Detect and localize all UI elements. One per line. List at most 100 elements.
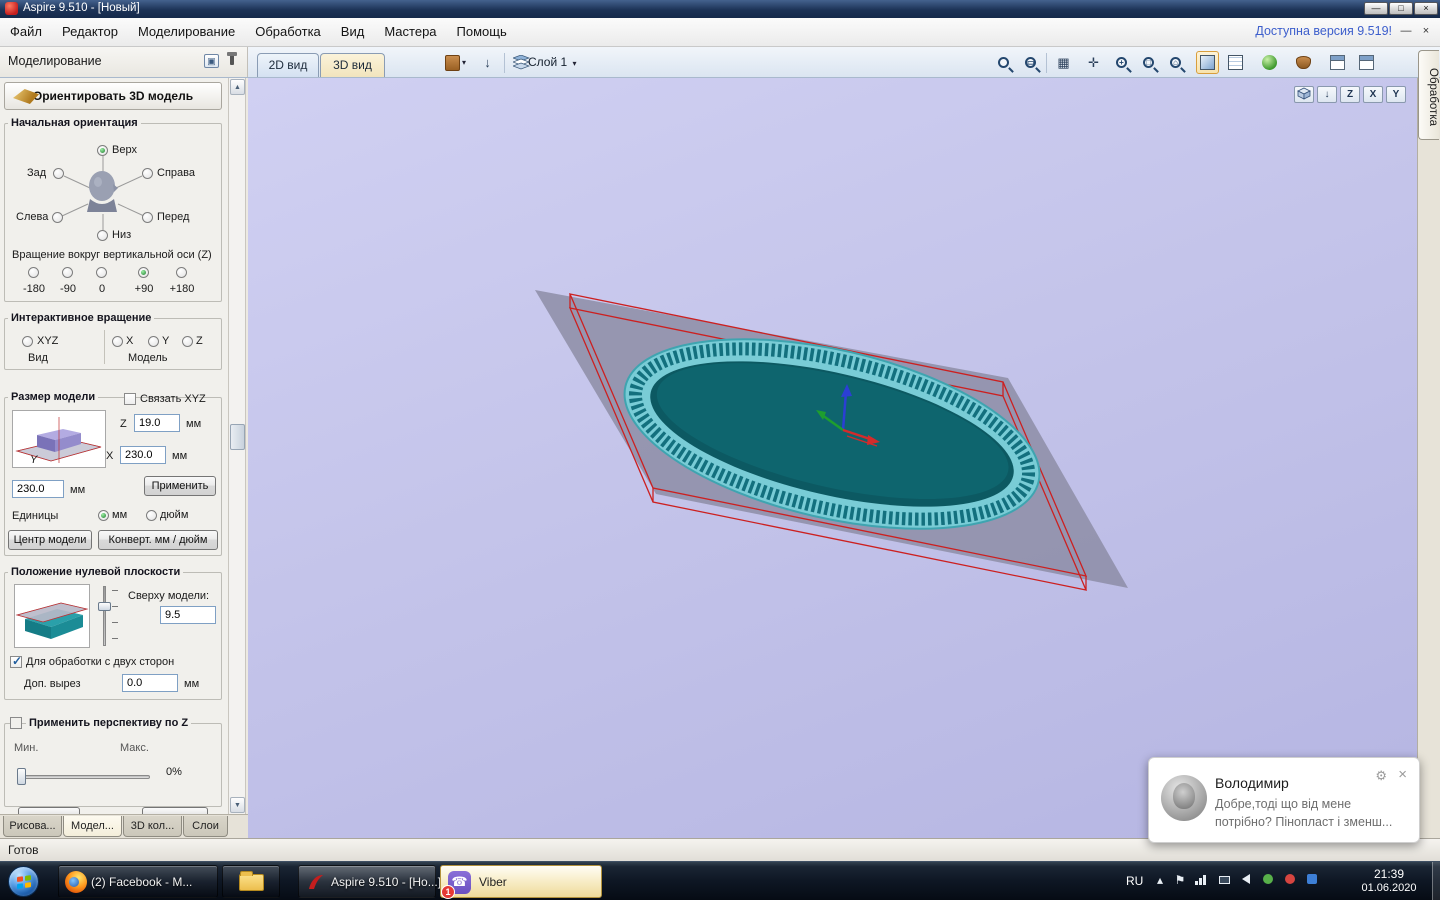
taskbar-firefox-button[interactable]: (2) Facebook - M... (58, 865, 218, 898)
rotate-x-radio[interactable] (112, 336, 123, 347)
zoom-selection-icon[interactable]: ▭ (1019, 51, 1042, 74)
zero-plane-slider-handle[interactable] (98, 602, 111, 611)
menu-help[interactable]: Помощь (447, 18, 517, 45)
shaded-view-toggle-icon[interactable] (1196, 51, 1219, 74)
mdi-minimize-button[interactable]: — (1398, 24, 1414, 39)
lighting-icon[interactable] (1258, 51, 1281, 74)
network-signal-icon[interactable] (1194, 873, 1208, 885)
menu-edit[interactable]: Редактор (52, 18, 128, 45)
panel-close-button-clipped[interactable] (142, 807, 208, 814)
orient-bottom-radio[interactable] (97, 230, 108, 241)
clock-time[interactable]: 21:39 (1352, 867, 1426, 881)
tab-layers[interactable]: Слои (183, 816, 228, 837)
size-z-input[interactable] (134, 414, 180, 432)
apply-size-button[interactable]: Применить (144, 476, 216, 496)
menu-view[interactable]: Вид (331, 18, 375, 45)
start-button[interactable] (8, 866, 39, 897)
zoom-window-icon[interactable]: □ (1137, 51, 1160, 74)
zoom-in-icon[interactable]: + (1110, 51, 1133, 74)
display-tray-icon[interactable] (1216, 873, 1232, 887)
taskbar-viber-button[interactable]: ☎ 1 Viber (440, 865, 602, 899)
material-dropdown-icon[interactable]: ▾ (462, 58, 466, 67)
antivirus-tray-icon[interactable] (1260, 873, 1276, 887)
two-sided-checkbox[interactable] (10, 654, 22, 668)
tab-modeling[interactable]: Модел... (63, 816, 122, 837)
zoom-extents-icon[interactable]: ⌂ (1164, 51, 1187, 74)
zero-plane-slider-track[interactable] (103, 586, 106, 646)
import-component-icon[interactable]: ↓ (476, 51, 499, 74)
taskbar-explorer-button[interactable] (222, 865, 280, 898)
unit-inch-radio[interactable] (146, 510, 157, 521)
perspective-slider-track[interactable] (20, 775, 150, 779)
clock-date[interactable]: 01.06.2020 (1352, 882, 1426, 894)
menu-modeling[interactable]: Моделирование (128, 18, 245, 45)
angle--90-radio[interactable] (62, 267, 73, 278)
orient-right-radio[interactable] (142, 168, 153, 179)
notification-settings-icon[interactable]: ⚙ (1375, 768, 1387, 784)
rotate-y-radio[interactable] (148, 336, 159, 347)
viber-notification-popup[interactable]: Володимир Добре,тоді що від мене потрібн… (1148, 757, 1420, 843)
orient-front-radio[interactable] (142, 212, 153, 223)
app-tray-icon-2[interactable] (1304, 873, 1320, 887)
view-along-z-icon[interactable]: Z (1340, 86, 1360, 103)
perspective-slider-handle[interactable] (17, 768, 26, 785)
size-y-input[interactable] (12, 480, 64, 498)
convert-units-button[interactable]: Конверт. мм / дюйм (98, 530, 218, 550)
angle-0-radio[interactable] (96, 267, 107, 278)
mdi-close-button[interactable]: × (1418, 24, 1434, 39)
pan-view-icon[interactable]: ✛ (1082, 51, 1105, 74)
menu-gadgets[interactable]: Мастера (374, 18, 446, 45)
viewport-3d[interactable] (248, 78, 1417, 838)
panel-float-icon[interactable]: ▣ (204, 54, 219, 68)
tab-clipart[interactable]: 3D кол... (123, 816, 182, 837)
view-along-y-icon[interactable]: Y (1386, 86, 1406, 103)
rotate-z-radio[interactable] (182, 336, 193, 347)
orient-back-radio[interactable] (53, 168, 64, 179)
app-tray-icon-1[interactable] (1282, 873, 1298, 887)
grid-toggle-icon[interactable]: ▦ (1052, 51, 1075, 74)
volume-icon[interactable] (1238, 873, 1254, 887)
menu-file[interactable]: Файл (0, 18, 52, 45)
orient-top-radio[interactable] (97, 145, 108, 156)
orient-3d-model-header[interactable]: Ориентировать 3D модель (4, 82, 222, 110)
material-preview-icon[interactable] (1292, 51, 1315, 74)
isometric-view-icon[interactable] (1294, 86, 1314, 103)
panel-ok-button-clipped[interactable] (18, 807, 80, 814)
notification-close-icon[interactable]: × (1398, 766, 1407, 783)
scrollbar-thumb[interactable] (230, 424, 245, 450)
layer-dropdown-icon[interactable]: ▾ (573, 59, 577, 68)
tab-drawing[interactable]: Рисова... (3, 816, 62, 837)
show-desktop-button[interactable] (1432, 862, 1440, 900)
zoom-box-icon[interactable] (992, 51, 1015, 74)
taskbar-aspire-button[interactable]: Aspire 9.510 - [Но...] (298, 865, 441, 898)
minimize-button[interactable]: — (1364, 2, 1388, 15)
angle-+180-radio[interactable] (176, 267, 187, 278)
action-center-icon[interactable]: ⚑ (1172, 873, 1188, 887)
tab-2d-view[interactable]: 2D вид (257, 53, 319, 77)
toolpaths-dock-tab[interactable]: Обработка (1418, 50, 1439, 140)
orient-left-radio[interactable] (52, 212, 63, 223)
size-x-input[interactable] (120, 446, 166, 464)
angle-+90-radio[interactable] (138, 267, 149, 278)
above-model-input[interactable] (160, 606, 216, 624)
maximize-button[interactable]: □ (1389, 2, 1413, 15)
plan-view-icon[interactable]: ↓ (1317, 86, 1337, 103)
gap-input[interactable] (122, 674, 178, 692)
update-available-link[interactable]: Доступна версия 9.519! (1255, 18, 1392, 45)
angle--180-radio[interactable] (28, 267, 39, 278)
app-tray-icon-3[interactable] (1326, 873, 1342, 887)
rotate-xyz-radio[interactable] (22, 336, 33, 347)
material-settings-icon[interactable]: ▾ (444, 51, 467, 74)
layer-select[interactable]: Слой 1 ▾ (528, 55, 577, 69)
view-along-x-icon[interactable]: X (1363, 86, 1383, 103)
unit-mm-radio[interactable] (98, 510, 109, 521)
pin-icon[interactable] (227, 52, 237, 65)
panel-scrollbar[interactable]: ▲ ▼ (229, 78, 246, 814)
wireframe-view-toggle-icon[interactable] (1224, 51, 1247, 74)
scroll-up-button[interactable]: ▲ (230, 79, 245, 95)
job-sheet-icon[interactable] (1355, 51, 1378, 74)
hidden-icons-button[interactable]: ▴ (1152, 873, 1168, 887)
link-xyz-checkbox[interactable] (124, 393, 136, 405)
scroll-down-button[interactable]: ▼ (230, 797, 245, 813)
menu-toolpaths[interactable]: Обработка (245, 18, 331, 45)
